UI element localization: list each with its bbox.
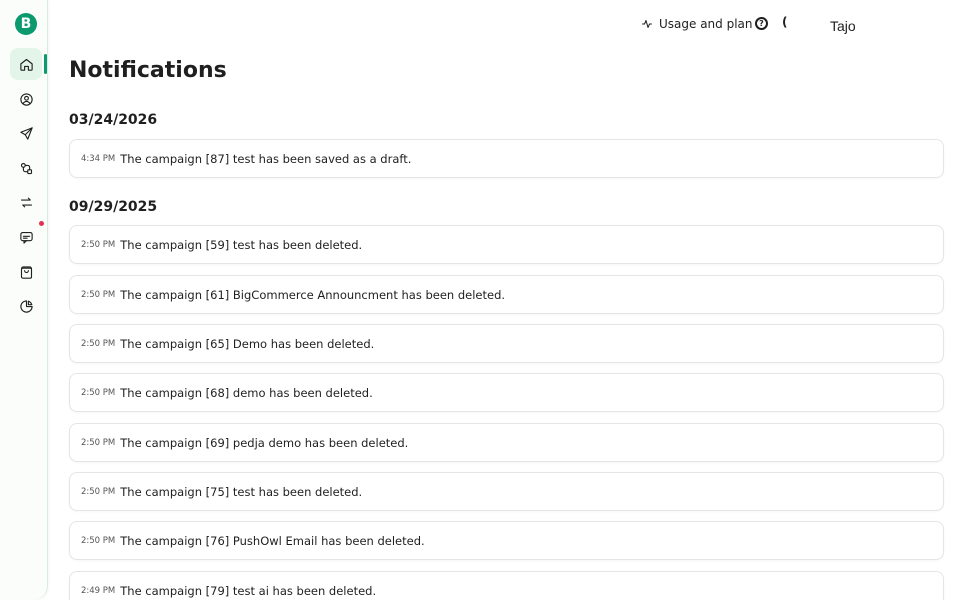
notification-time: 2:50 PM	[81, 289, 116, 300]
sidebar-item-conversations[interactable]	[10, 221, 42, 253]
notification-item[interactable]: 4:34 PM The campaign [87] test has been …	[69, 139, 944, 178]
account-icon[interactable]: (	[782, 15, 787, 29]
notification-time: 2:50 PM	[81, 387, 116, 398]
notification-time: 2:50 PM	[81, 486, 116, 497]
notification-item[interactable]: 2:50 PM The campaign [68] demo has been …	[69, 373, 944, 412]
notification-message: The campaign [79] test ai has been delet…	[120, 583, 377, 598]
activity-icon	[642, 20, 652, 28]
help-icon[interactable]: ?	[755, 17, 768, 30]
sidebar-item-contacts[interactable]	[10, 83, 42, 115]
send-icon	[19, 126, 33, 140]
sidebar-item-campaigns[interactable]	[10, 117, 42, 149]
sidebar-item-reports[interactable]	[10, 290, 42, 322]
notification-message: The campaign [61] BigCommerce Announcmen…	[120, 287, 506, 302]
notification-time: 2:50 PM	[81, 437, 116, 448]
active-indicator	[44, 54, 47, 74]
page-title: Notifications	[69, 58, 227, 83]
notification-message: The campaign [76] PushOwl Email has been…	[120, 533, 425, 548]
date-heading: 03/24/2026	[69, 112, 158, 128]
usage-label: Usage and plan	[659, 17, 753, 31]
notification-item[interactable]: 2:49 PM The campaign [79] test ai has be…	[69, 571, 944, 600]
notification-message: The campaign [69] pedja demo has been de…	[120, 435, 409, 450]
date-heading: 09/29/2025	[69, 199, 158, 215]
automation-icon	[20, 162, 32, 174]
notification-time: 2:50 PM	[81, 338, 116, 349]
notification-time: 2:49 PM	[81, 585, 116, 596]
usage-and-plan-link[interactable]: Usage and plan	[641, 16, 753, 32]
notification-message: The campaign [68] demo has been deleted.	[120, 385, 373, 400]
user-name[interactable]: Tajo	[830, 18, 856, 34]
notification-message: The campaign [65] Demo has been deleted.	[120, 336, 375, 351]
shop-icon	[20, 265, 32, 279]
notification-item[interactable]: 2:50 PM The campaign [59] test has been …	[69, 225, 944, 264]
notification-message: The campaign [87] test has been saved as…	[120, 151, 412, 166]
notification-dot	[39, 221, 44, 226]
notification-item[interactable]: 2:50 PM The campaign [61] BigCommerce An…	[69, 275, 944, 314]
notification-time: 2:50 PM	[81, 239, 116, 250]
notification-item[interactable]: 2:50 PM The campaign [76] PushOwl Email …	[69, 521, 944, 560]
reports-icon	[19, 299, 33, 313]
sidebar-item-transactional[interactable]	[10, 186, 42, 218]
notification-time: 2:50 PM	[81, 535, 116, 546]
notification-time: 4:34 PM	[81, 153, 116, 164]
conversations-icon	[19, 231, 33, 244]
notification-message: The campaign [59] test has been deleted.	[120, 237, 363, 252]
sidebar-item-ecommerce[interactable]	[10, 256, 42, 288]
notification-item[interactable]: 2:50 PM The campaign [69] pedja demo has…	[69, 423, 944, 462]
notification-item[interactable]: 2:50 PM The campaign [75] test has been …	[69, 472, 944, 511]
sidebar-item-home[interactable]	[10, 48, 42, 80]
sidebar: B	[0, 0, 48, 600]
notification-message: The campaign [75] test has been deleted.	[120, 484, 363, 499]
notification-item[interactable]: 2:50 PM The campaign [65] Demo has been …	[69, 324, 944, 363]
transactional-icon	[20, 197, 32, 207]
home-icon	[19, 58, 33, 71]
brand-logo[interactable]: B	[15, 13, 37, 35]
sidebar-item-automations[interactable]	[10, 152, 42, 184]
contacts-icon	[19, 92, 33, 106]
